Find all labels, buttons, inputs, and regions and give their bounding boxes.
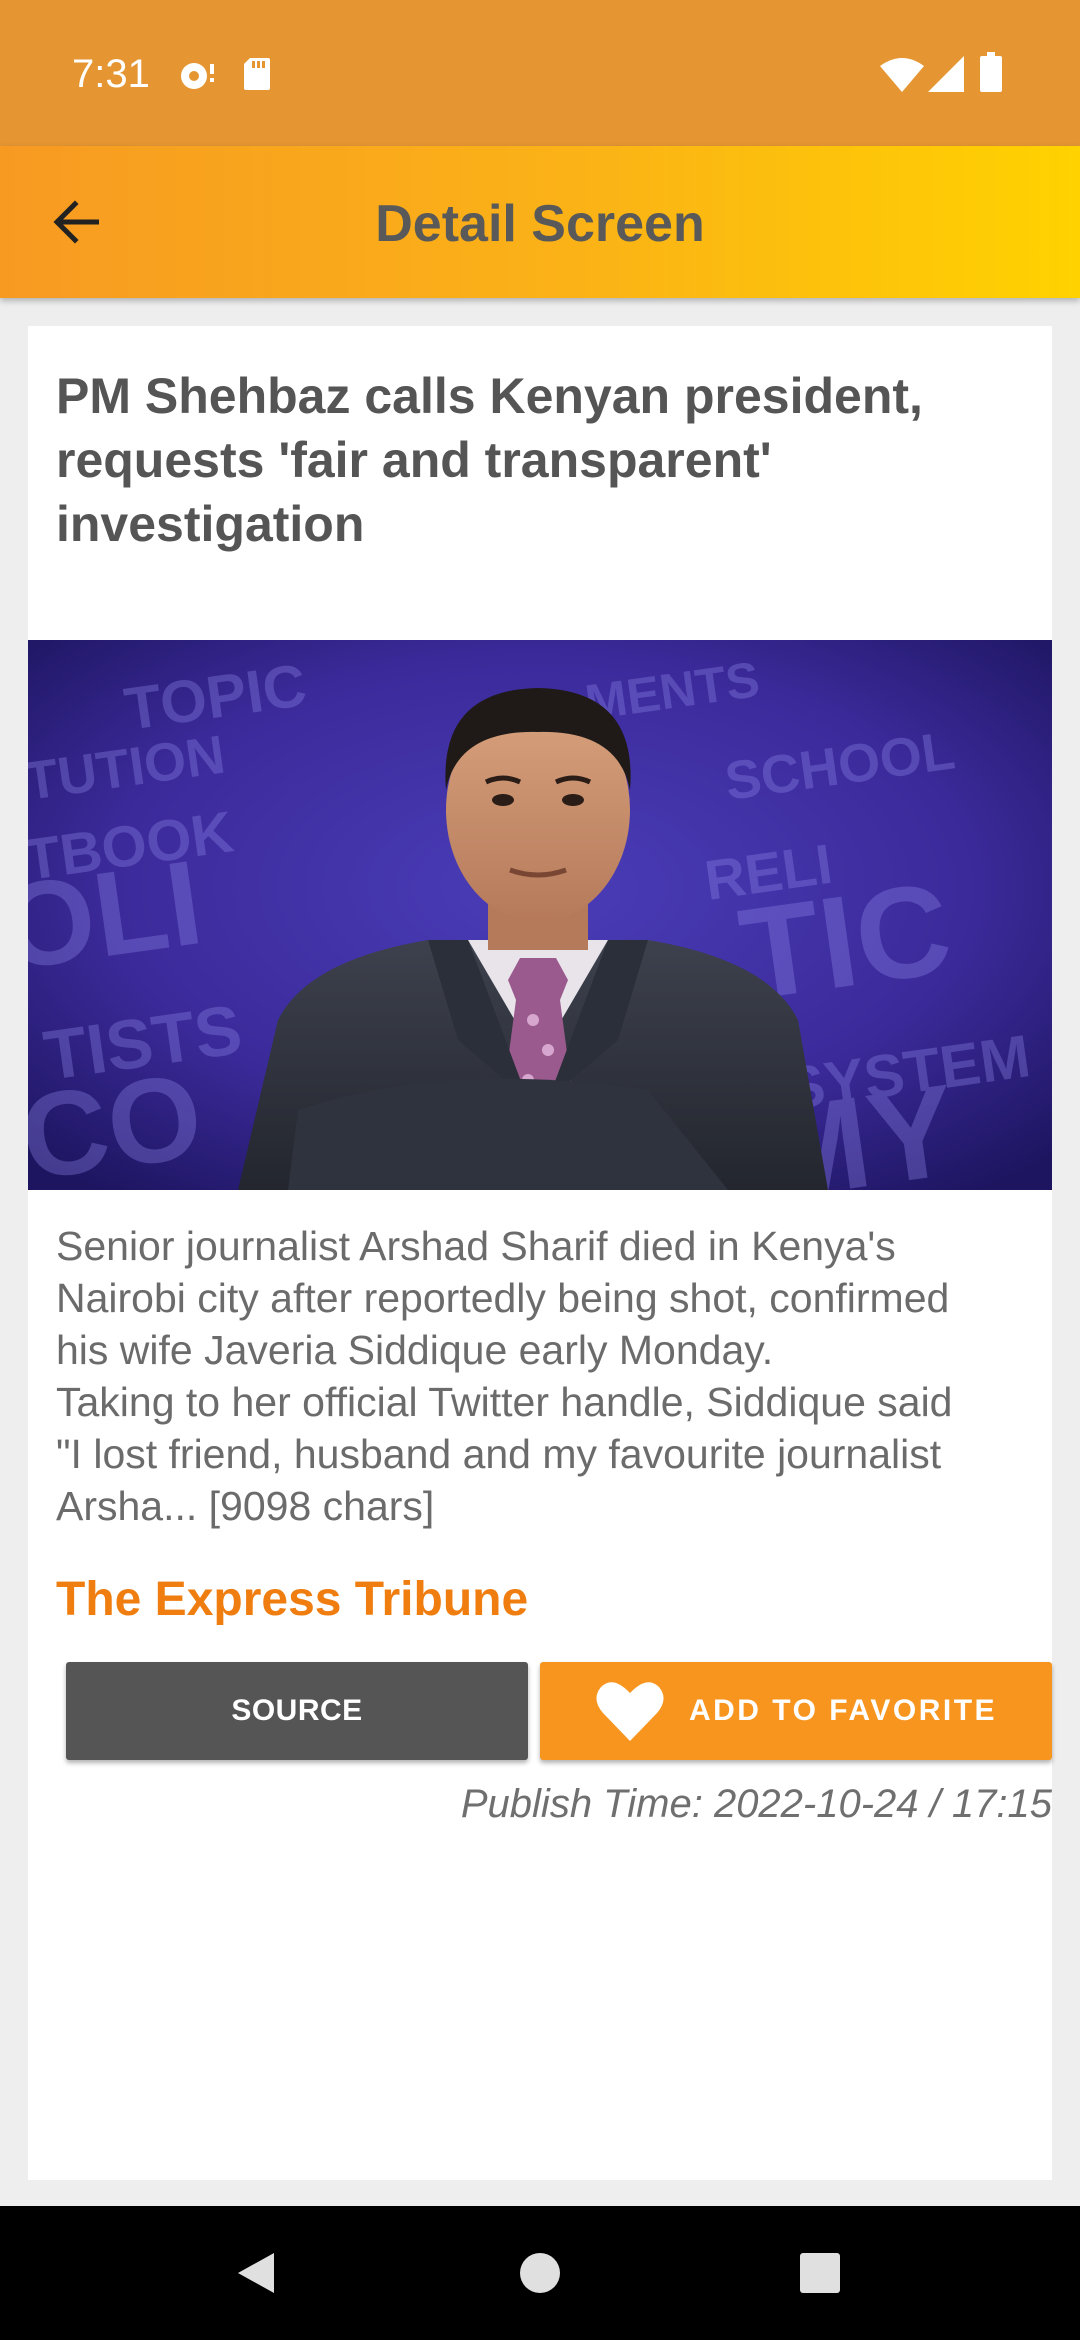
toolbar: Detail Screen <box>0 146 1080 298</box>
wifi-icon <box>880 58 924 97</box>
description-line: Arsha... [9098 chars] <box>56 1483 435 1529</box>
recents-square-icon <box>800 2253 840 2293</box>
svg-text:OLI: OLI <box>28 835 210 996</box>
description-line: "I lost friend, husband and my favourite… <box>56 1431 942 1477</box>
add-to-favorite-button[interactable]: ADD TO FAVORITE <box>540 1662 1052 1760</box>
battery-icon <box>980 52 1002 97</box>
heart-icon <box>596 1682 664 1741</box>
notification-icon <box>178 56 218 97</box>
article-image: TOPIC TUTION TBOOK OLI TISTS CO MENTS SC… <box>28 640 1052 1190</box>
article-headline: PM Shehbaz calls Kenyan president, reque… <box>56 368 923 552</box>
description-line: Taking to her official Twitter handle, S… <box>56 1379 953 1425</box>
nav-home-button[interactable] <box>480 2206 600 2340</box>
signal-icon <box>928 56 964 97</box>
add-to-favorite-label: ADD TO FAVORITE <box>688 1694 998 1727</box>
nav-back-button[interactable] <box>196 2206 316 2340</box>
nav-recents-button[interactable] <box>760 2206 880 2340</box>
description-line: Senior journalist Arshad Sharif died in … <box>56 1223 896 1269</box>
article-card: PM Shehbaz calls Kenyan president, reque… <box>28 326 1052 2180</box>
description-line: his wife Javeria Siddique early Monday. <box>56 1327 774 1373</box>
sd-card-icon <box>242 56 272 97</box>
source-button[interactable]: SOURCE <box>66 1662 528 1760</box>
publish-time: Publish Time: 2022-10-24 / 17:15 <box>460 1782 1052 1826</box>
source-button-label: SOURCE <box>231 1694 363 1727</box>
home-circle-icon <box>520 2253 560 2293</box>
page-title: Detail Screen <box>375 195 705 253</box>
navigation-bar <box>0 2206 1080 2340</box>
article-description: Senior journalist Arshad Sharif died in … <box>56 1220 1046 1532</box>
description-line: Nairobi city after reportedly being shot… <box>56 1275 950 1321</box>
svg-text:CO: CO <box>28 1048 210 1190</box>
source-name: The Express Tribune <box>56 1573 529 1626</box>
status-bar: 7:31 <box>0 0 1080 146</box>
back-triangle-icon <box>238 2253 274 2293</box>
status-time: 7:31 <box>72 52 150 96</box>
